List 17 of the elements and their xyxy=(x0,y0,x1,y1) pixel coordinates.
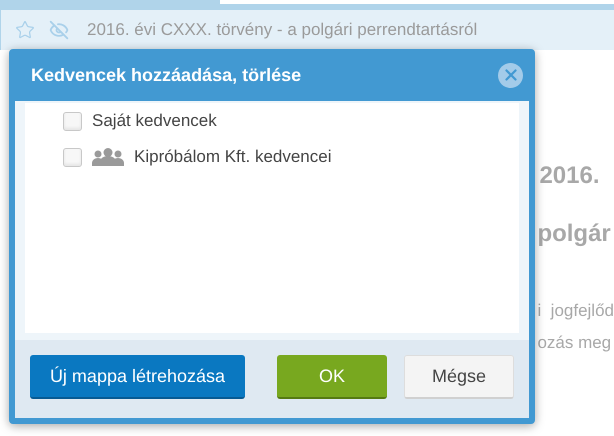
cancel-button[interactable]: Mégse xyxy=(404,355,514,399)
checkbox[interactable] xyxy=(63,148,82,166)
checkbox[interactable] xyxy=(63,112,82,130)
ok-button[interactable]: OK xyxy=(277,355,387,399)
document-text: i jogfejlőd xyxy=(537,300,614,322)
document-title: 2016. évi CXXX. törvény - a polgári perrendtartásról xyxy=(87,19,478,42)
star-icon[interactable] xyxy=(15,20,35,40)
document-text: 2016. xyxy=(539,161,600,191)
dialog-title: Kedvencek hozzáadása, törlése xyxy=(31,64,302,86)
people-icon xyxy=(92,148,124,166)
folder-label: Saját kedvencek xyxy=(92,110,217,132)
close-button[interactable] xyxy=(498,62,523,88)
eye-slash-icon[interactable] xyxy=(49,20,69,40)
folder-label: Kipróbálom Kft. kedvencei xyxy=(134,146,332,168)
new-folder-button[interactable]: Új mappa létrehozása xyxy=(30,355,245,399)
document-text: polgár xyxy=(537,219,612,249)
document-text: ozás meg xyxy=(537,332,612,354)
